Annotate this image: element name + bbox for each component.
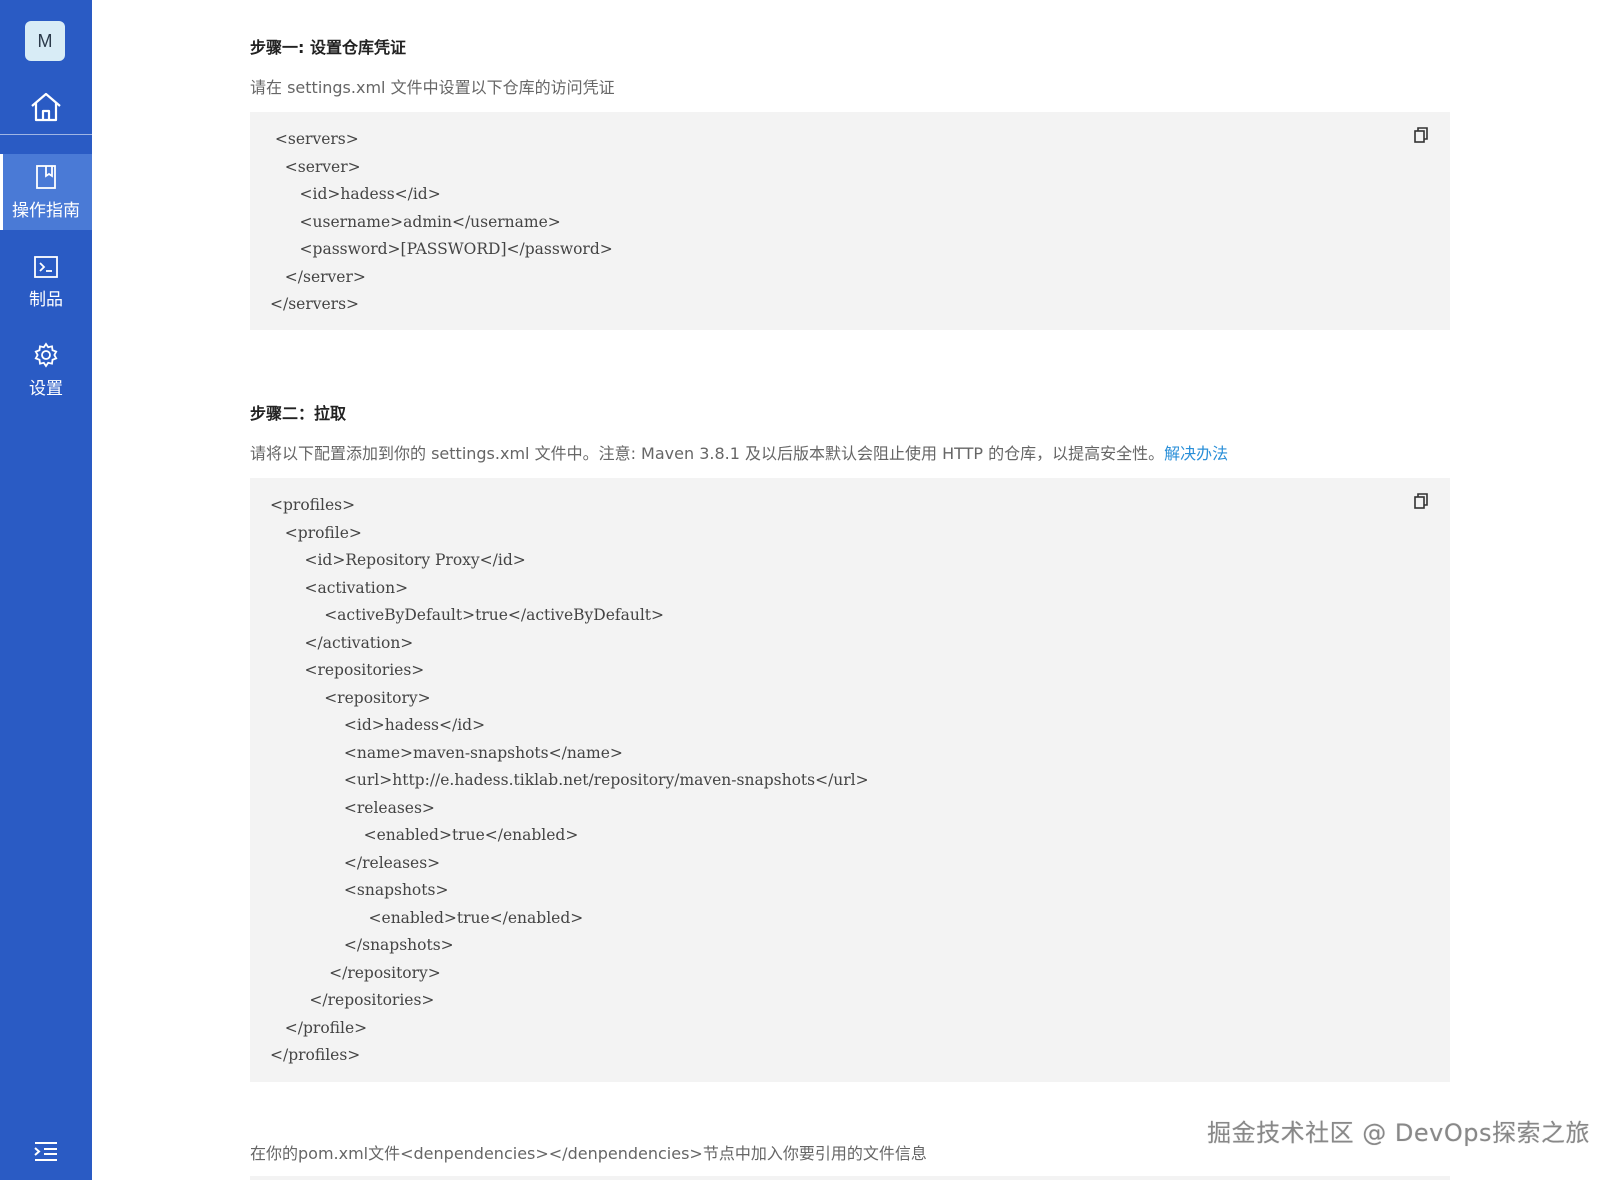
copy-button[interactable] [1410,124,1432,146]
terminal-icon [33,255,59,279]
sidebar-item-label: 设置 [29,378,63,399]
step2-description-text: 请将以下配置添加到你的 settings.xml 文件中。注意: Maven 3… [250,444,1165,463]
sidebar-item-label: 操作指南 [12,200,80,221]
home-button[interactable] [0,82,92,132]
home-icon [29,91,63,123]
copy-icon [1413,126,1429,144]
code-block-profiles: <profiles> <profile> <id>Repository Prox… [250,478,1450,1082]
sidebar-item-settings[interactable]: 设置 [0,332,92,408]
step1-title: 步骤一: 设置仓库凭证 [250,38,406,57]
sidebar-item-guide[interactable]: 操作指南 [0,154,92,230]
copy-icon [1413,492,1429,510]
gear-icon [33,341,59,368]
copy-button[interactable] [1410,490,1432,512]
sidebar-item-label: 制品 [29,289,63,310]
avatar[interactable]: M [25,21,65,61]
solution-link[interactable]: 解决办法 [1164,444,1228,463]
main-content: 步骤一: 设置仓库凭证 请在 settings.xml 文件中设置以下仓库的访问… [92,0,1610,1180]
book-icon [35,164,57,190]
sidebar-item-artifacts[interactable]: 制品 [0,244,92,320]
code-text[interactable]: <profiles> <profile> <id>Repository Prox… [270,492,869,1070]
sidebar: M 操作指南 制品 设置 [0,0,92,1180]
menu-collapse-icon [33,1140,59,1162]
code-text[interactable]: <servers> <server> <id>hadess</id> <user… [270,126,613,319]
step1-description: 请在 settings.xml 文件中设置以下仓库的访问凭证 [250,78,615,97]
code-block-credentials: <servers> <server> <id>hadess</id> <user… [250,112,1450,330]
sidebar-collapse-button[interactable] [30,1137,62,1165]
step3-description: 在你的pom.xml文件<denpendencies></denpendenci… [250,1144,927,1163]
watermark: 掘金技术社区 @ DevOps探索之旅 [1207,1119,1590,1147]
code-block-dependencies [250,1176,1450,1180]
step2-description: 请将以下配置添加到你的 settings.xml 文件中。注意: Maven 3… [250,440,1228,464]
step2-title: 步骤二：拉取 [250,404,347,423]
sidebar-divider [0,134,92,135]
